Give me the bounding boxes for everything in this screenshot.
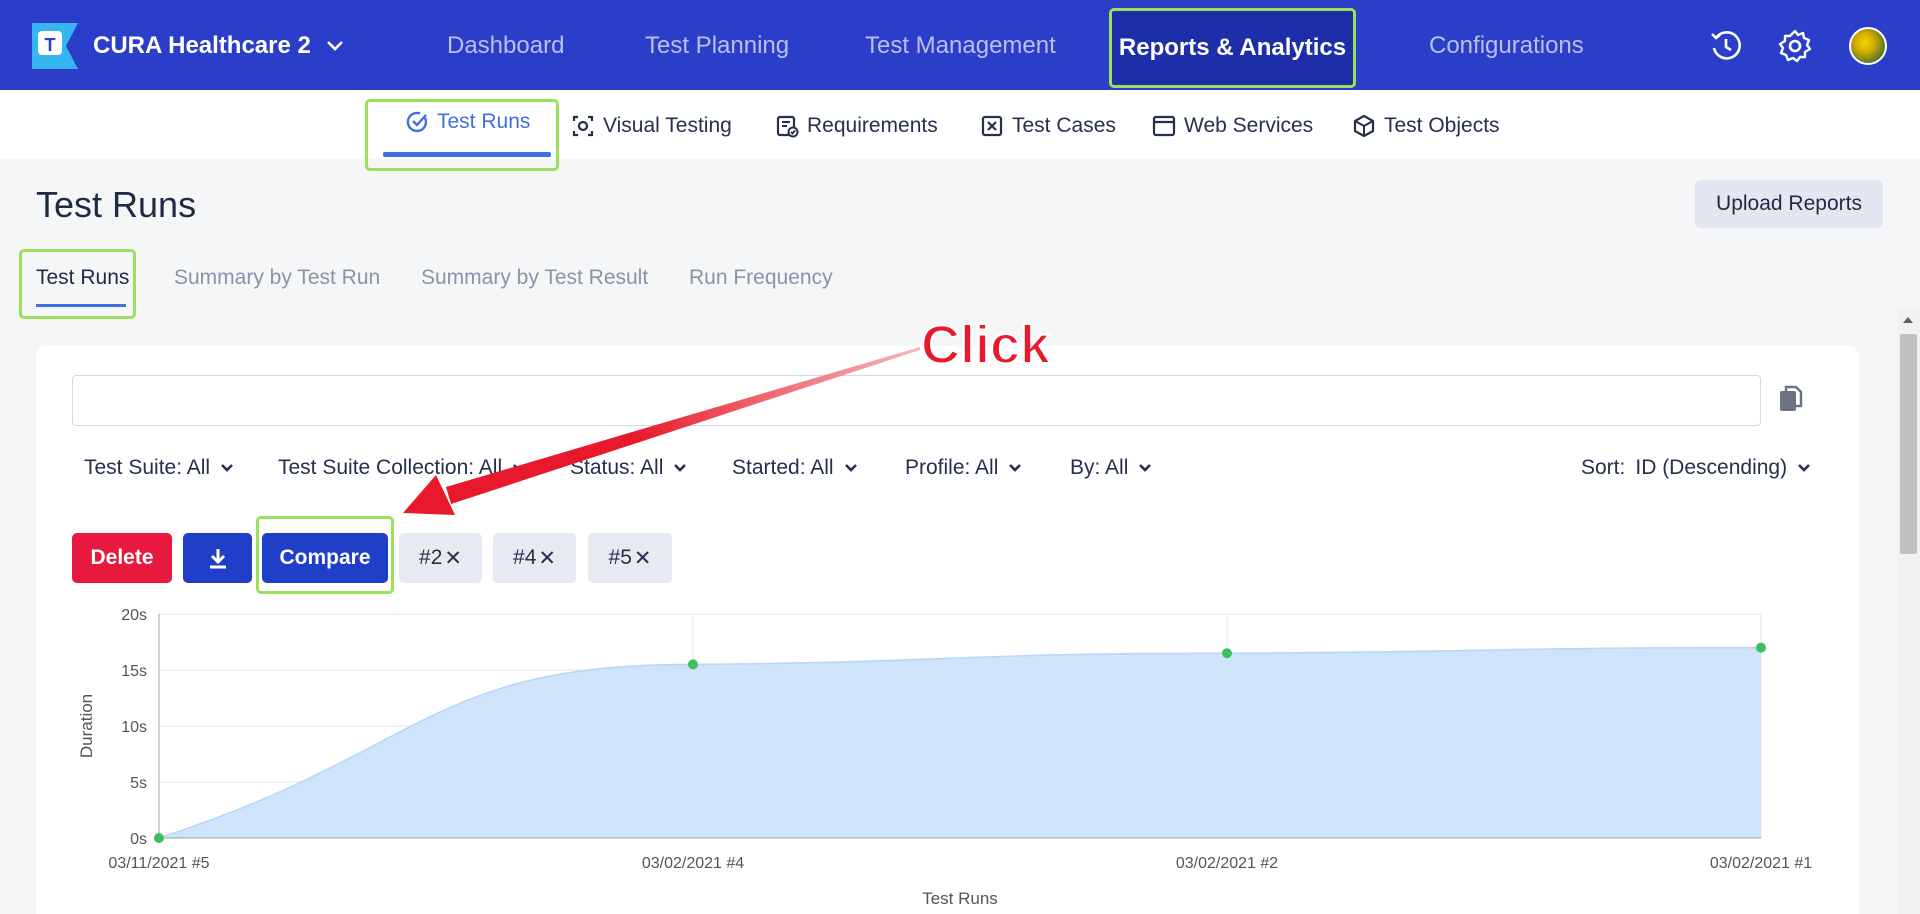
- scroll-up-arrow-icon[interactable]: [1901, 314, 1915, 326]
- scrollbar-thumb[interactable]: [1900, 334, 1917, 554]
- click-annotation: Click: [920, 314, 1051, 376]
- annotation-arrow: [403, 347, 920, 515]
